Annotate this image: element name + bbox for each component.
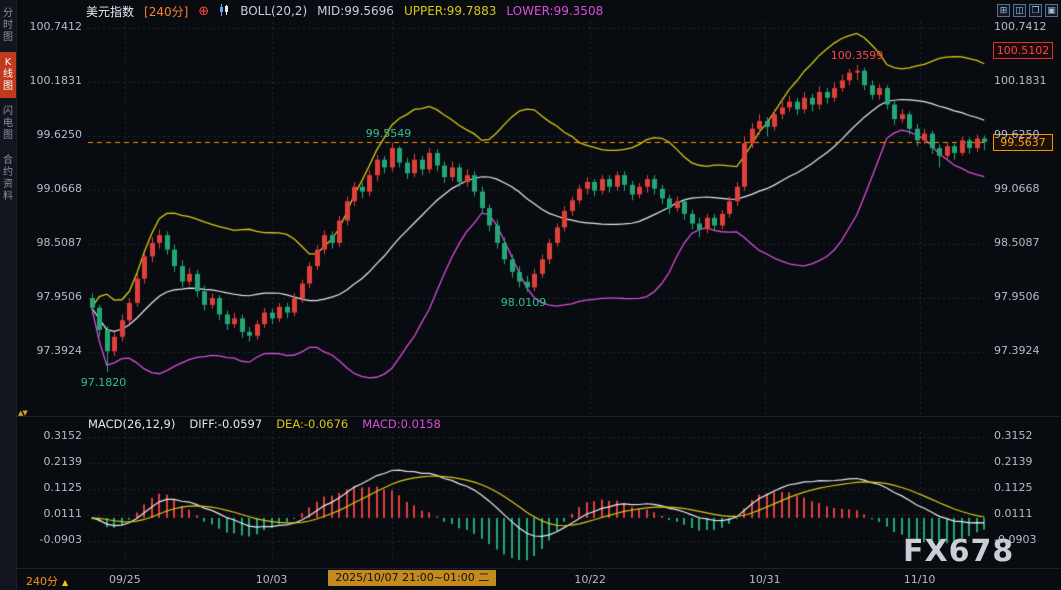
- price-axis-label: 100.1831: [994, 74, 1058, 87]
- sidebar-item-contract-info[interactable]: 合约资料: [0, 150, 16, 208]
- period-up-arrow: ▲: [62, 578, 68, 587]
- time-axis-label: 10/03: [244, 573, 300, 586]
- price-axis-label: 97.3924: [994, 344, 1058, 357]
- time-axis-label: 11/10: [892, 573, 948, 586]
- price-axis-label: 97.3924: [16, 344, 82, 357]
- candlestick-chart-canvas[interactable]: [88, 22, 988, 417]
- boll-upper-value: UPPER:99.7883: [404, 4, 496, 18]
- price-axis-label: 100.7412: [994, 20, 1058, 33]
- macd-axis-label: 0.1125: [994, 481, 1058, 494]
- boll-mid-value: MID:99.5696: [317, 4, 394, 18]
- sidebar-item-time-chart[interactable]: 分时图: [0, 3, 16, 49]
- pane-layout-icon[interactable]: ⊞: [997, 4, 1010, 17]
- price-axis-label: 97.9506: [16, 290, 82, 303]
- macd-axis-label: 0.0111: [16, 507, 82, 520]
- macd-axis-label: 0.3152: [16, 429, 82, 442]
- pip-window-icon[interactable]: ◫: [1013, 4, 1026, 17]
- window-controls: ⊞ ◫ ❐ ▣: [997, 4, 1058, 17]
- macd-macd-value: MACD:0.0158: [362, 417, 441, 431]
- macd-axis-label: -0.0903: [994, 533, 1058, 546]
- restore-window-icon[interactable]: ❐: [1029, 4, 1042, 17]
- macd-axis-label: 0.1125: [16, 481, 82, 494]
- period-tag[interactable]: [240分]: [144, 3, 188, 20]
- price-axis-label: 100.7412: [16, 20, 82, 33]
- macd-axis-label: 0.2139: [994, 455, 1058, 468]
- time-axis-label: 10/31: [737, 573, 793, 586]
- macd-label[interactable]: MACD(26,12,9): [88, 417, 175, 431]
- sidebar: 分时图 K线图 闪电图 合约资料: [0, 0, 17, 590]
- chart-header: 美元指数 [240分] ⊕ BOLL(20,2) MID:99.5696 UPP…: [16, 0, 1061, 22]
- time-axis-label: 09/25: [97, 573, 153, 586]
- time-axis: 2025/10/07 21:00~01:00 二 09/25 10/03 10/22…: [88, 569, 988, 590]
- price-axis-label: 98.5087: [16, 236, 82, 249]
- maximize-window-icon[interactable]: ▣: [1045, 4, 1058, 17]
- sidebar-item-kline-chart[interactable]: K线图: [0, 52, 16, 98]
- price-axis-label: 99.0668: [16, 182, 82, 195]
- kline-type-icon[interactable]: [219, 4, 230, 19]
- price-axis-label: 99.6250: [16, 128, 82, 141]
- session-high-price-marker: 100.5102: [993, 42, 1053, 59]
- panel-collapse-handle[interactable]: ▲▼: [18, 409, 27, 417]
- macd-dea-value: DEA:-0.0676: [276, 417, 348, 431]
- trading-chart-window: 分时图 K线图 闪电图 合约资料 美元指数 [240分] ⊕ BOLL(20,2…: [0, 0, 1061, 590]
- period-label[interactable]: 240分: [26, 575, 58, 588]
- time-axis-label: 10/22: [562, 573, 618, 586]
- price-axis-label: 99.6250: [994, 128, 1058, 141]
- price-axis-label: 100.1831: [16, 74, 82, 87]
- hovered-candle-time-badge: 2025/10/07 21:00~01:00 二: [328, 570, 496, 586]
- add-indicator-icon[interactable]: ⊕: [198, 5, 209, 18]
- price-axis-label: 99.0668: [994, 182, 1058, 195]
- macd-axis-label: 0.3152: [994, 429, 1058, 442]
- macd-diff-value: DIFF:-0.0597: [189, 417, 262, 431]
- macd-header: MACD(26,12,9) DIFF:-0.0597 DEA:-0.0676 M…: [88, 417, 441, 431]
- boll-label[interactable]: BOLL(20,2): [240, 4, 307, 18]
- symbol-name[interactable]: 美元指数: [86, 3, 134, 20]
- sidebar-item-lightning-chart[interactable]: 闪电图: [0, 101, 16, 147]
- macd-axis-label: 0.2139: [16, 455, 82, 468]
- boll-lower-value: LOWER:99.3508: [506, 4, 603, 18]
- macd-chart-canvas[interactable]: [88, 432, 988, 562]
- macd-axis-label: 0.0111: [994, 507, 1058, 520]
- price-axis-label: 97.9506: [994, 290, 1058, 303]
- macd-axis-label: -0.0903: [16, 533, 82, 546]
- price-axis-label: 98.5087: [994, 236, 1058, 249]
- period-indicator: 240分 ▲: [26, 573, 68, 589]
